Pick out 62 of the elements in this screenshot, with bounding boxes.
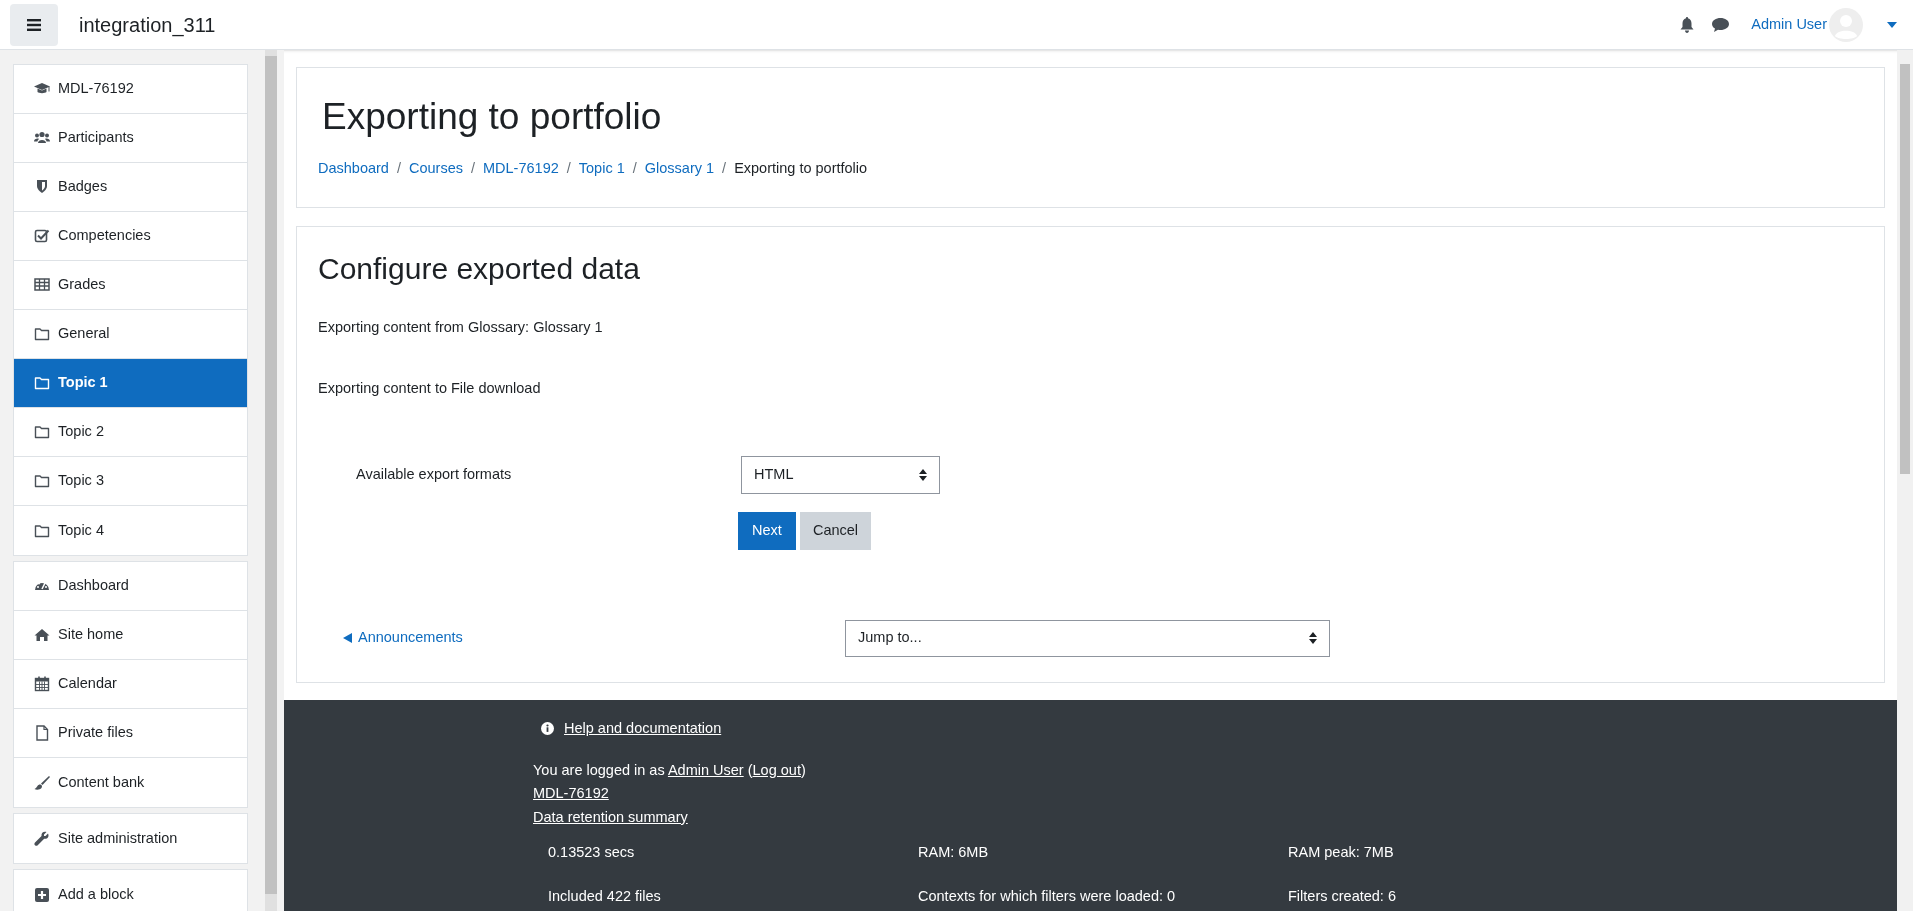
checked-box-icon — [34, 228, 50, 244]
cancel-button[interactable]: Cancel — [800, 511, 871, 550]
breadcrumb-separator: / — [469, 159, 476, 178]
footer-link[interactable]: Log out — [752, 761, 801, 778]
breadcrumb-separator: / — [565, 159, 572, 178]
breadcrumb-link[interactable]: Glossary 1 — [644, 158, 715, 180]
users-icon — [34, 130, 50, 146]
performance-stat: 0.13523 secs — [548, 842, 636, 862]
breadcrumb-link[interactable]: Topic 1 — [578, 158, 625, 180]
wrench-icon — [34, 830, 50, 847]
messages-icon[interactable] — [1712, 17, 1730, 32]
footer-link[interactable]: MDL-76192 — [533, 780, 609, 805]
breadcrumb-link[interactable]: MDL-76192 — [483, 158, 559, 180]
left-triangle-icon — [343, 633, 352, 643]
previous-activity-link[interactable]: Announcements — [343, 627, 845, 649]
notifications-icon[interactable] — [1680, 16, 1695, 33]
breadcrumb-current: Exporting to portfolio — [734, 159, 868, 178]
performance-stat: Filters created: 6 — [1288, 886, 1397, 906]
jump-to-select[interactable]: Jump to... — [845, 619, 1330, 657]
performance-stat: Contexts for which filters were loaded: 0 — [918, 886, 1177, 906]
folder-icon — [34, 522, 50, 539]
plus-square-icon — [34, 886, 50, 903]
help-link[interactable]: Help and documentation — [564, 718, 722, 740]
login-info-text: You are logged in as Admin User (Log out) — [533, 760, 807, 780]
page-title: Exporting to portfolio — [322, 95, 663, 139]
file-icon — [34, 725, 50, 741]
info-icon — [541, 722, 554, 736]
section-heading: Configure exported data — [318, 251, 641, 287]
breadcrumb-separator: / — [395, 159, 402, 178]
info-text: Exporting content from Glossary: Glossary 1 — [318, 318, 604, 337]
folder-icon — [34, 424, 50, 440]
field-label: Available export formats — [356, 464, 513, 484]
calendar-icon — [34, 676, 50, 692]
breadcrumb-separator: / — [631, 159, 638, 178]
folder-icon — [34, 375, 50, 391]
performance-stat: RAM peak: 7MB — [1288, 842, 1395, 862]
next-button[interactable]: Next — [738, 511, 796, 550]
info-text: Exporting content to File download — [318, 378, 542, 398]
paintbrush-icon — [34, 774, 50, 791]
select-arrows-icon — [919, 468, 927, 481]
site-name[interactable]: integration_311 — [79, 9, 216, 40]
performance-stat: Included 422 files — [548, 886, 662, 906]
footer-link[interactable]: Data retention summary — [533, 804, 688, 829]
performance-stat: RAM: 6MB — [918, 842, 990, 862]
select-arrows-icon — [1309, 632, 1317, 644]
user-menu-link[interactable]: Admin User — [1751, 13, 1827, 36]
sidebar-item[interactable]: Topic 1 — [14, 359, 247, 408]
menu-button[interactable] — [10, 3, 58, 46]
caret-icon[interactable] — [1887, 21, 1897, 28]
breadcrumb-separator: / — [721, 159, 728, 178]
breadcrumb-link[interactable]: Courses — [408, 158, 463, 180]
menu-icon — [27, 18, 41, 31]
footer-link[interactable]: Admin User — [667, 761, 744, 778]
breadcrumb-link[interactable]: Dashboard — [318, 158, 389, 180]
folder-icon — [34, 473, 50, 489]
folder-icon — [34, 326, 50, 342]
shield-icon — [34, 179, 50, 195]
scrollbar[interactable] — [265, 50, 277, 911]
table-icon — [34, 277, 50, 293]
page-scrollbar[interactable] — [1897, 50, 1913, 911]
export-format-select[interactable]: HTML — [741, 455, 940, 494]
home-icon — [34, 627, 50, 643]
